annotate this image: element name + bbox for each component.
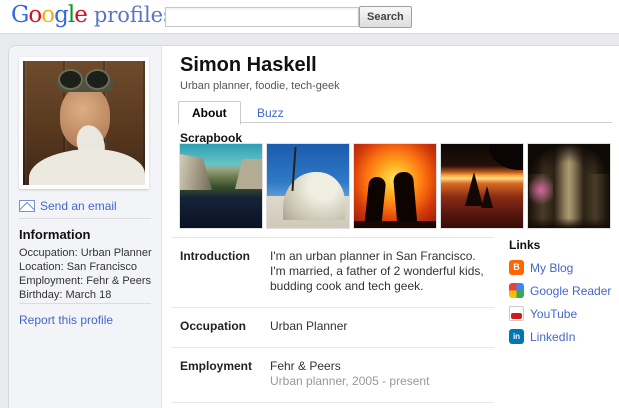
logo-letter: g [54,2,69,28]
section-introduction: Introduction I'm an urban planner in San… [172,237,494,307]
sidebar-divider [19,303,151,304]
main-content: Simon Haskell Urban planner, foodie, tec… [162,46,619,408]
introduction-text: I'm an urban planner in San Francisco. I… [270,249,484,293]
information-heading: Information [19,227,91,242]
photo-singer-silhouette [392,171,418,224]
photo-stained-glass-glow [529,172,553,208]
tab-about[interactable]: About [178,101,241,125]
logo-product-name: profiles [93,3,174,27]
report-profile-link[interactable]: Report this profile [19,313,113,327]
employment-detail: Urban planner, 2005 - present [270,374,430,388]
section-occupation: Occupation Urban Planner [172,307,494,347]
link-google-reader[interactable]: Google Reader [509,283,619,298]
scrapbook-photo-sunset[interactable] [441,144,523,228]
photo-singer-silhouette [364,176,387,224]
link-label[interactable]: Google Reader [530,284,611,298]
search-input[interactable] [165,7,359,27]
link-linkedin[interactable]: in LinkedIn [509,329,619,344]
youtube-icon [509,306,524,321]
profile-name: Simon Haskell [180,54,317,76]
search-button[interactable]: Search [359,6,412,28]
section-education: Education University of California, Berk… [172,402,494,408]
link-youtube[interactable]: YouTube [509,306,619,321]
blogger-icon: B [509,260,524,275]
logo-letter: o [28,2,42,28]
info-location: Location: San Francisco [19,261,138,273]
link-label[interactable]: LinkedIn [530,330,575,344]
logo-letter: o [41,2,55,28]
link-my-blog[interactable]: B My Blog [509,260,619,275]
occupation-text: Urban Planner [270,319,348,333]
scrapbook-heading: Scrapbook [180,131,243,145]
tab-bar: About Buzz [178,100,612,125]
sidebar-divider [19,218,151,219]
photo-crowd-band [354,221,436,228]
photo-dark-cloud [489,144,523,170]
photo-goggle-lens [58,69,83,90]
links-heading: Links [509,238,541,252]
send-email-link[interactable]: Send an email [19,199,117,213]
photo-tree-silhouette [481,186,493,208]
photo-white-shirt [29,149,145,185]
sidebar: Send an email Information Occupation: Ur… [9,46,162,408]
google-profiles-logo[interactable]: Google profiles [11,2,174,28]
profile-photo[interactable] [23,61,145,185]
employer-name: Fehr & Peers [270,359,341,373]
send-email-label[interactable]: Send an email [40,199,117,213]
scrapbook-photos [180,144,610,228]
logo-letter: G [11,2,29,28]
section-employment: Employment Fehr & Peers Urban planner, 2… [172,347,494,402]
profile-photo-frame [19,57,149,189]
profile-tagline: Urban planner, foodie, tech-geek [180,80,340,92]
photo-arch-shadow [528,144,610,174]
photo-cliff [180,154,212,190]
photo-floor-shadow [528,218,610,228]
section-label: Occupation [180,319,247,333]
profile-card: Send an email Information Occupation: Ur… [8,45,619,408]
linkedin-icon: in [509,329,524,344]
scrapbook-photo-concert[interactable] [354,144,436,228]
tab-buzz[interactable]: Buzz [244,102,297,124]
page: Google profiles Search Send an email Inf… [0,0,619,408]
about-sections: Introduction I'm an urban planner in San… [172,237,494,408]
scrapbook-photo-yosemite-valley[interactable] [180,144,262,228]
google-reader-icon [509,283,524,298]
photo-cliff [235,159,262,189]
header: Google profiles Search [0,0,619,34]
scrapbook-photo-half-dome[interactable] [267,144,349,228]
envelope-icon [19,200,35,212]
section-label: Employment [180,359,253,373]
info-occupation: Occupation: Urban Planner [19,247,152,259]
link-label[interactable]: YouTube [530,307,577,321]
info-employment: Employment: Fehr & Peers [19,275,152,287]
link-label[interactable]: My Blog [530,261,573,275]
logo-letter: e [74,2,88,28]
photo-tree-silhouette [465,172,483,206]
info-birthday: Birthday: March 18 [19,289,112,301]
scrapbook-photo-cathedral[interactable] [528,144,610,228]
photo-goggle-lens [85,69,110,90]
section-label: Introduction [180,249,250,263]
links-section: Links B My Blog Google Reader YouTube in… [509,238,619,344]
